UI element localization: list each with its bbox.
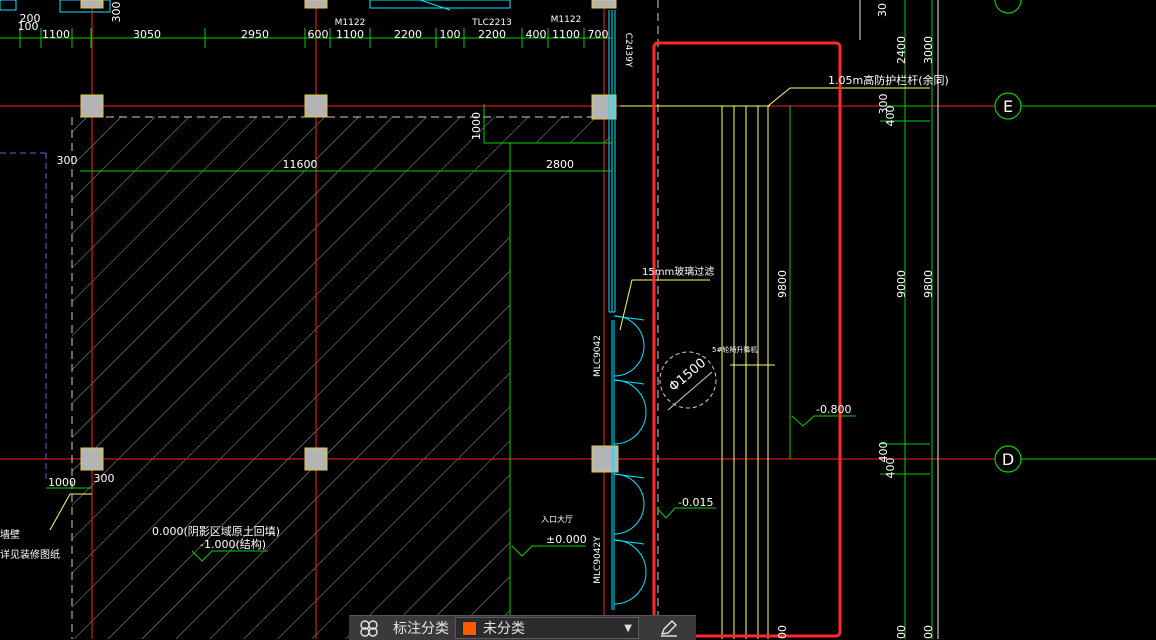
grid-bubble-top <box>994 0 1022 14</box>
dim-top-5: 600 <box>308 28 329 41</box>
tag-window-a: TLC2213 <box>471 18 512 28</box>
dim-300-left: 300 <box>57 154 78 167</box>
railing-note: 1.05m高防护栏杆(余同) <box>828 73 949 87</box>
left-note-1: 详见装修图纸 <box>0 548 60 561</box>
top-openings <box>0 0 511 13</box>
chevron-down-icon: ▼ <box>624 622 632 634</box>
level-door: -0.015 <box>678 496 713 509</box>
dim-bottom-right-1: 00 <box>895 625 908 639</box>
dim-top-12: 700 <box>588 28 609 41</box>
dim-top-partial: 30 <box>876 3 889 17</box>
dim-top-1: 100 <box>18 20 39 33</box>
dim-top-2: 1100 <box>42 28 70 41</box>
dim-right-2: 9000 <box>895 270 908 298</box>
dim-bottom-300: 300 <box>94 472 115 485</box>
annotation-category-toolbar: 标注分类 未分类 ▼ <box>349 615 696 640</box>
dim-top-7: 2200 <box>394 28 422 41</box>
dim-top-6: 1100 <box>336 28 364 41</box>
tag-door-b: M1122 <box>551 15 582 25</box>
dim-bottom-right-2: 00 <box>922 625 935 639</box>
tag-door-a: M1122 <box>335 18 366 28</box>
door-swings <box>613 315 647 605</box>
left-note-0: 墙壁 <box>0 528 20 541</box>
edit-icon[interactable] <box>647 616 691 640</box>
infill-note: 0.000(阴影区域原土回填) <box>152 524 280 538</box>
dim-top-11: 1100 <box>552 28 580 41</box>
dim-top-3: 3050 <box>133 28 161 41</box>
dim-bottom-right-0: 00 <box>776 625 789 639</box>
circle-label: Φ1500 <box>666 356 709 395</box>
dim-400-lower-b: 400 <box>884 458 897 479</box>
level-right: -0.800 <box>816 403 851 416</box>
dim-bottom-1000: 1000 <box>48 476 76 489</box>
dim-top-13: 300 <box>110 2 123 23</box>
grid-label-d: D <box>1002 450 1014 469</box>
category-selected-value: 未分类 <box>483 621 525 637</box>
grid-bubble-e: E <box>994 92 1022 120</box>
annotation-category-select[interactable]: 未分类 ▼ <box>455 617 639 639</box>
highlight-box <box>652 41 842 638</box>
annotation-category-label: 标注分类 <box>393 621 449 637</box>
hatched-infill <box>72 117 610 639</box>
grid-bubble-d: D <box>994 445 1022 473</box>
dim-top-9: 2200 <box>478 28 506 41</box>
glass-note: 15mm玻璃过滤 <box>642 265 714 278</box>
entrance-label: 入口大厅 <box>541 514 573 524</box>
dim-400-top: 400 <box>884 106 897 127</box>
span-right: 2800 <box>546 158 574 171</box>
dim-top-10: 400 <box>526 28 547 41</box>
category-color-swatch <box>462 620 477 636</box>
dim-top-8: 100 <box>440 28 461 41</box>
dim-right-3: 9800 <box>922 270 935 298</box>
layers-icon[interactable] <box>349 616 389 640</box>
tag-window-upper: C2439Y <box>623 33 633 68</box>
dim-1000: 1000 <box>470 112 483 140</box>
dim-9800-mid: 9800 <box>776 270 789 298</box>
dim-right-1: 3000 <box>922 36 935 64</box>
tag-door-lower: MLC9042Y <box>593 536 603 584</box>
cad-drawing-canvas[interactable]: E D 200 100 1100 3050 2950 600 1100 2200… <box>0 0 1156 639</box>
left-dashed-boundary <box>0 152 47 480</box>
tag-door-mid: MLC9042 <box>593 335 603 377</box>
dim-top-4: 2950 <box>241 28 269 41</box>
level-entrance: ±0.000 <box>546 533 587 546</box>
span-left: 11600 <box>283 158 318 171</box>
right-boundary <box>859 0 939 639</box>
structure-note: -1.000(结构) <box>200 537 266 551</box>
dim-right-0: 2400 <box>895 36 908 64</box>
grid-label-e: E <box>1003 97 1013 116</box>
lift-label: 5#轮椅升降机 <box>712 345 757 354</box>
